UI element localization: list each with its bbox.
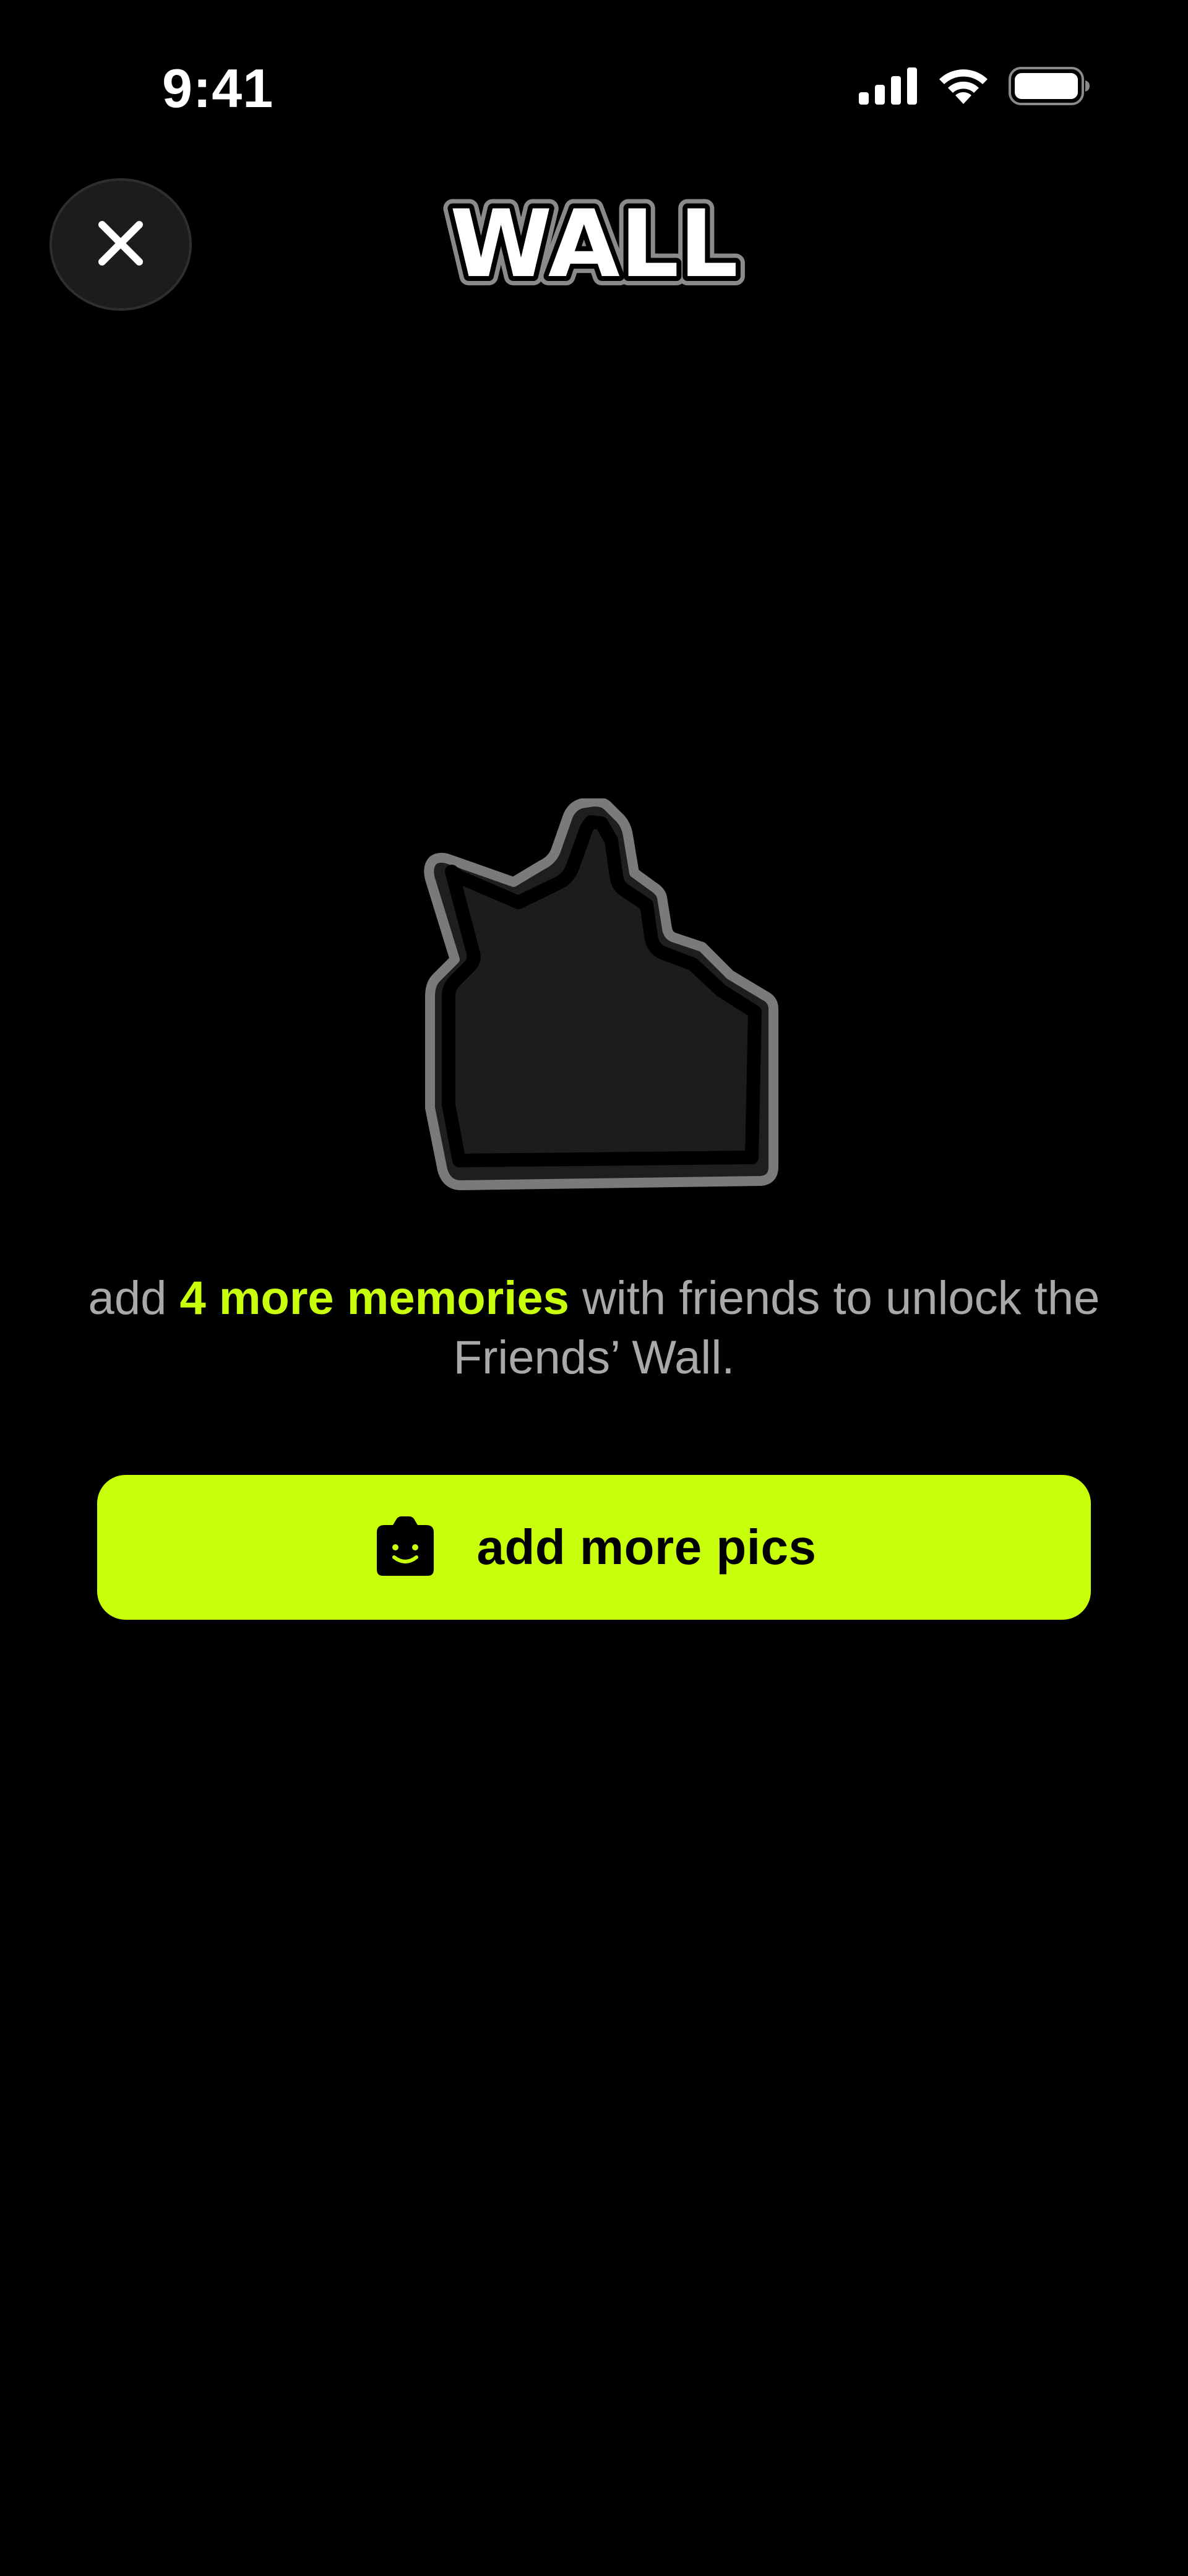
cellular-signal-icon bbox=[859, 67, 918, 108]
camera-smile-icon bbox=[372, 1515, 439, 1580]
add-more-pics-label: add more pics bbox=[476, 1519, 817, 1575]
wifi-icon bbox=[937, 67, 990, 108]
close-button[interactable] bbox=[50, 178, 192, 311]
close-icon bbox=[96, 218, 145, 271]
status-bar: 9:41 bbox=[0, 0, 1188, 179]
status-icons bbox=[859, 67, 1090, 108]
locked-wall-placeholder-icon bbox=[408, 797, 780, 1219]
memories-remaining-highlight: 4 more memories bbox=[179, 1272, 569, 1325]
wall-logo-text: WALL bbox=[450, 191, 738, 298]
status-time: 9:41 bbox=[162, 58, 274, 119]
unlock-message-prefix: add bbox=[88, 1272, 180, 1325]
add-more-pics-button[interactable]: add more pics bbox=[97, 1475, 1091, 1620]
wall-logo: WALL WALL WALL bbox=[442, 184, 746, 308]
battery-icon bbox=[1009, 67, 1090, 108]
unlock-message: add 4 more memories with friends to unlo… bbox=[50, 1269, 1138, 1388]
